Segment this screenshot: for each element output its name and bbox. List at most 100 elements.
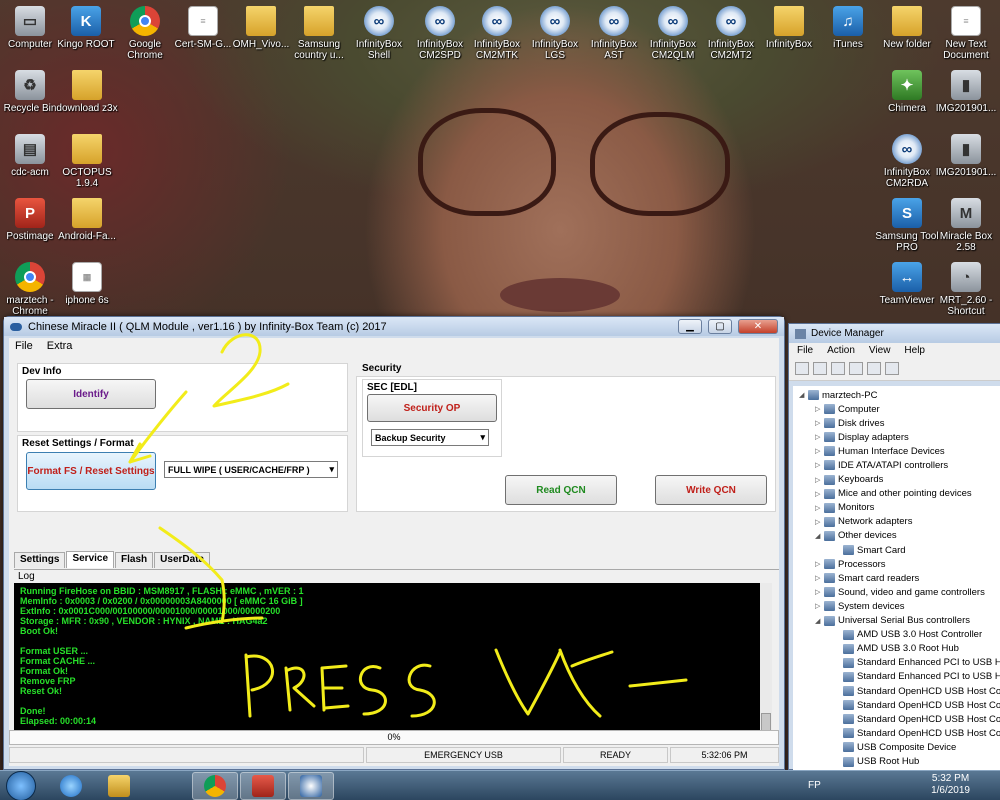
tab-flash[interactable]: Flash (115, 552, 154, 568)
desktop-icon-icons_right1-3[interactable]: ↔ TeamViewer (874, 262, 940, 306)
device-category[interactable]: ▷ Computer (815, 402, 880, 416)
devmgr-menu-view[interactable]: View (869, 345, 891, 357)
expand-arrow-icon[interactable]: ▷ (815, 574, 821, 582)
expand-arrow-icon[interactable]: ▷ (815, 518, 821, 526)
desktop-icon-icons_col2-0[interactable]: download z3x (54, 70, 120, 114)
desktop-icon-icons_left-12[interactable]: ∞ InfinityBox CM2MT2 (698, 6, 764, 61)
backup-security-select[interactable]: Backup Security ▾ (371, 429, 489, 446)
desktop-icon-icons_left-4[interactable]: OMH_Vivo... (228, 6, 294, 50)
desktop-icon-icons_left-2[interactable]: Google Chrome (112, 6, 178, 61)
system-clock[interactable]: 5:32 PM 1/6/2019 (931, 773, 970, 797)
wipe-mode-select[interactable]: FULL WIPE ( USER/CACHE/FRP ) ▾ (164, 461, 338, 478)
device-category[interactable]: ▷ Network adapters (815, 515, 912, 529)
view-icon[interactable] (867, 362, 881, 375)
expand-arrow-icon[interactable]: ▷ (815, 419, 821, 427)
taskbar-ie[interactable] (48, 772, 94, 800)
desktop-icon-icons_right2-3[interactable]: ◔ MRT_2.60 - Shortcut (933, 262, 999, 317)
scan-hardware-icon[interactable] (885, 362, 899, 375)
desktop-icon-icons_right1-1[interactable]: ∞ InfinityBox CM2RDA (874, 134, 940, 189)
device-item[interactable]: AMD USB 3.0 Root Hub (843, 642, 959, 656)
desktop-icon-icons_right2-1[interactable]: ▮ IMG201901... (933, 134, 999, 178)
device-item[interactable]: Standard OpenHCD USB Host Cont (843, 726, 1000, 740)
desktop-icon-icons_left-15[interactable]: New folder (874, 6, 940, 50)
desktop-icon-icons_left-3[interactable]: ≡ Cert-SM-G... (170, 6, 236, 50)
expand-arrow-icon[interactable]: ▷ (815, 405, 821, 413)
desktop-icon-icons_right2-0[interactable]: ▮ IMG201901... (933, 70, 999, 114)
device-category[interactable]: ▷ IDE ATA/ATAPI controllers (815, 458, 948, 472)
desktop-icon-icons_col2-3[interactable]: ▦ iphone 6s (54, 262, 120, 306)
start-button[interactable] (6, 771, 36, 800)
device-item[interactable]: Smart Card (843, 543, 906, 557)
device-item[interactable]: Standard OpenHCD USB Host Cont (843, 684, 1000, 698)
desktop-icon-icons_left-11[interactable]: ∞ InfinityBox CM2QLM (640, 6, 706, 61)
device-category[interactable]: ▷ Smart card readers (815, 571, 919, 585)
desktop-icon-icons_left-5[interactable]: Samsung country u... (286, 6, 352, 61)
device-category[interactable]: ▷ Display adapters (815, 430, 909, 444)
security-op-button[interactable]: Security OP (367, 394, 497, 422)
expand-arrow-icon[interactable]: ▷ (815, 461, 821, 469)
expand-arrow-icon[interactable]: ▷ (815, 476, 821, 484)
desktop-icon-icons_left-10[interactable]: ∞ InfinityBox AST (581, 6, 647, 61)
expand-arrow-icon[interactable]: ▷ (815, 504, 821, 512)
desktop-icon-icons_right2-2[interactable]: M Miracle Box 2.58 (933, 198, 999, 253)
desktop-icon-icons_left-6[interactable]: ∞ InfinityBox Shell (346, 6, 412, 61)
identify-button[interactable]: Identify (26, 379, 156, 409)
expand-arrow-icon[interactable]: ▷ (815, 433, 821, 441)
app-titlebar[interactable]: Chinese Miracle II ( QLM Module , ver1.1… (4, 317, 784, 336)
back-arrow-icon[interactable] (795, 362, 809, 375)
desktop-icon-icons_left-16[interactable]: ≡ New Text Document (933, 6, 999, 61)
desktop-icon-icons_left-14[interactable]: ♫ iTunes (815, 6, 881, 50)
help-icon[interactable] (849, 362, 863, 375)
desktop-icon-icons_col2-1[interactable]: OCTOPUS 1.9.4 (54, 134, 120, 189)
devmgr-menu-action[interactable]: Action (827, 345, 855, 357)
read-qcn-button[interactable]: Read QCN (505, 475, 617, 505)
close-button[interactable]: ✕ (738, 319, 778, 334)
tab-settings[interactable]: Settings (14, 552, 66, 568)
expand-arrow-icon[interactable]: ◢ (815, 617, 821, 625)
taskbar-chrome[interactable] (192, 772, 238, 800)
language-indicator[interactable]: FP (808, 780, 821, 791)
devmgr-menu-file[interactable]: File (797, 345, 813, 357)
properties-icon[interactable] (831, 362, 845, 375)
device-item[interactable]: AMD USB 3.0 Host Controller (843, 628, 982, 642)
device-category[interactable]: ▷ Keyboards (815, 473, 883, 487)
device-category[interactable]: ▷ System devices (815, 599, 905, 613)
write-qcn-button[interactable]: Write QCN (655, 475, 767, 505)
device-category[interactable]: ▷ Disk drives (815, 416, 884, 430)
taskbar-qlm[interactable] (288, 772, 334, 800)
desktop-icon-icons_right1-0[interactable]: ✦ Chimera (874, 70, 940, 114)
device-category[interactable]: ◢ Other devices (815, 529, 897, 543)
device-category[interactable]: ▷ Processors (815, 557, 886, 571)
device-category[interactable]: ▷ Monitors (815, 501, 874, 515)
expand-arrow-icon[interactable]: ▷ (815, 602, 821, 610)
device-item[interactable]: USB Root Hub (843, 755, 919, 769)
device-category[interactable]: ◢ Universal Serial Bus controllers (815, 614, 970, 628)
expand-arrow-icon[interactable]: ◢ (815, 532, 821, 540)
taskbar-toolbox[interactable] (240, 772, 286, 800)
expand-arrow-icon[interactable]: ▷ (815, 560, 821, 568)
desktop-icon-icons_left-13[interactable]: InfinityBox (756, 6, 822, 50)
desktop-icon-icons_col2-2[interactable]: Android-Fa... (54, 198, 120, 242)
expand-arrow-icon[interactable]: ▷ (815, 490, 821, 498)
desktop-icon-icons_left-9[interactable]: ∞ InfinityBox LGS (522, 6, 588, 61)
device-item[interactable]: Standard OpenHCD USB Host Cont (843, 698, 1000, 712)
device-category[interactable]: ▷ Human Interface Devices (815, 444, 945, 458)
device-category[interactable]: ▷ Sound, video and game controllers (815, 585, 985, 599)
forward-arrow-icon[interactable] (813, 362, 827, 375)
taskbar-explorer[interactable] (96, 772, 142, 800)
expand-arrow-icon[interactable]: ▷ (815, 447, 821, 455)
minimize-button[interactable]: ▁ (678, 319, 702, 334)
desktop-icon-icons_left-1[interactable]: K Kingo ROOT (53, 6, 119, 50)
device-item[interactable]: USB Composite Device (843, 740, 956, 754)
menu-file[interactable]: File (15, 340, 33, 353)
desktop-icon-icons_right1-2[interactable]: S Samsung Tool PRO (874, 198, 940, 253)
menu-extra[interactable]: Extra (47, 340, 73, 353)
devmgr-titlebar[interactable]: Device Manager (789, 324, 1000, 343)
device-category[interactable]: ▷ Mice and other pointing devices (815, 487, 972, 501)
device-tree-root[interactable]: ◢ marztech-PC (799, 388, 877, 402)
format-fs-reset-button[interactable]: Format FS / Reset Settings (26, 452, 156, 490)
expand-arrow-icon[interactable]: ▷ (815, 588, 821, 596)
devmgr-menu-help[interactable]: Help (904, 345, 925, 357)
device-item[interactable]: Standard Enhanced PCI to USB Hos (843, 656, 1000, 670)
desktop-icon-icons_left-8[interactable]: ∞ InfinityBox CM2MTK (464, 6, 530, 61)
